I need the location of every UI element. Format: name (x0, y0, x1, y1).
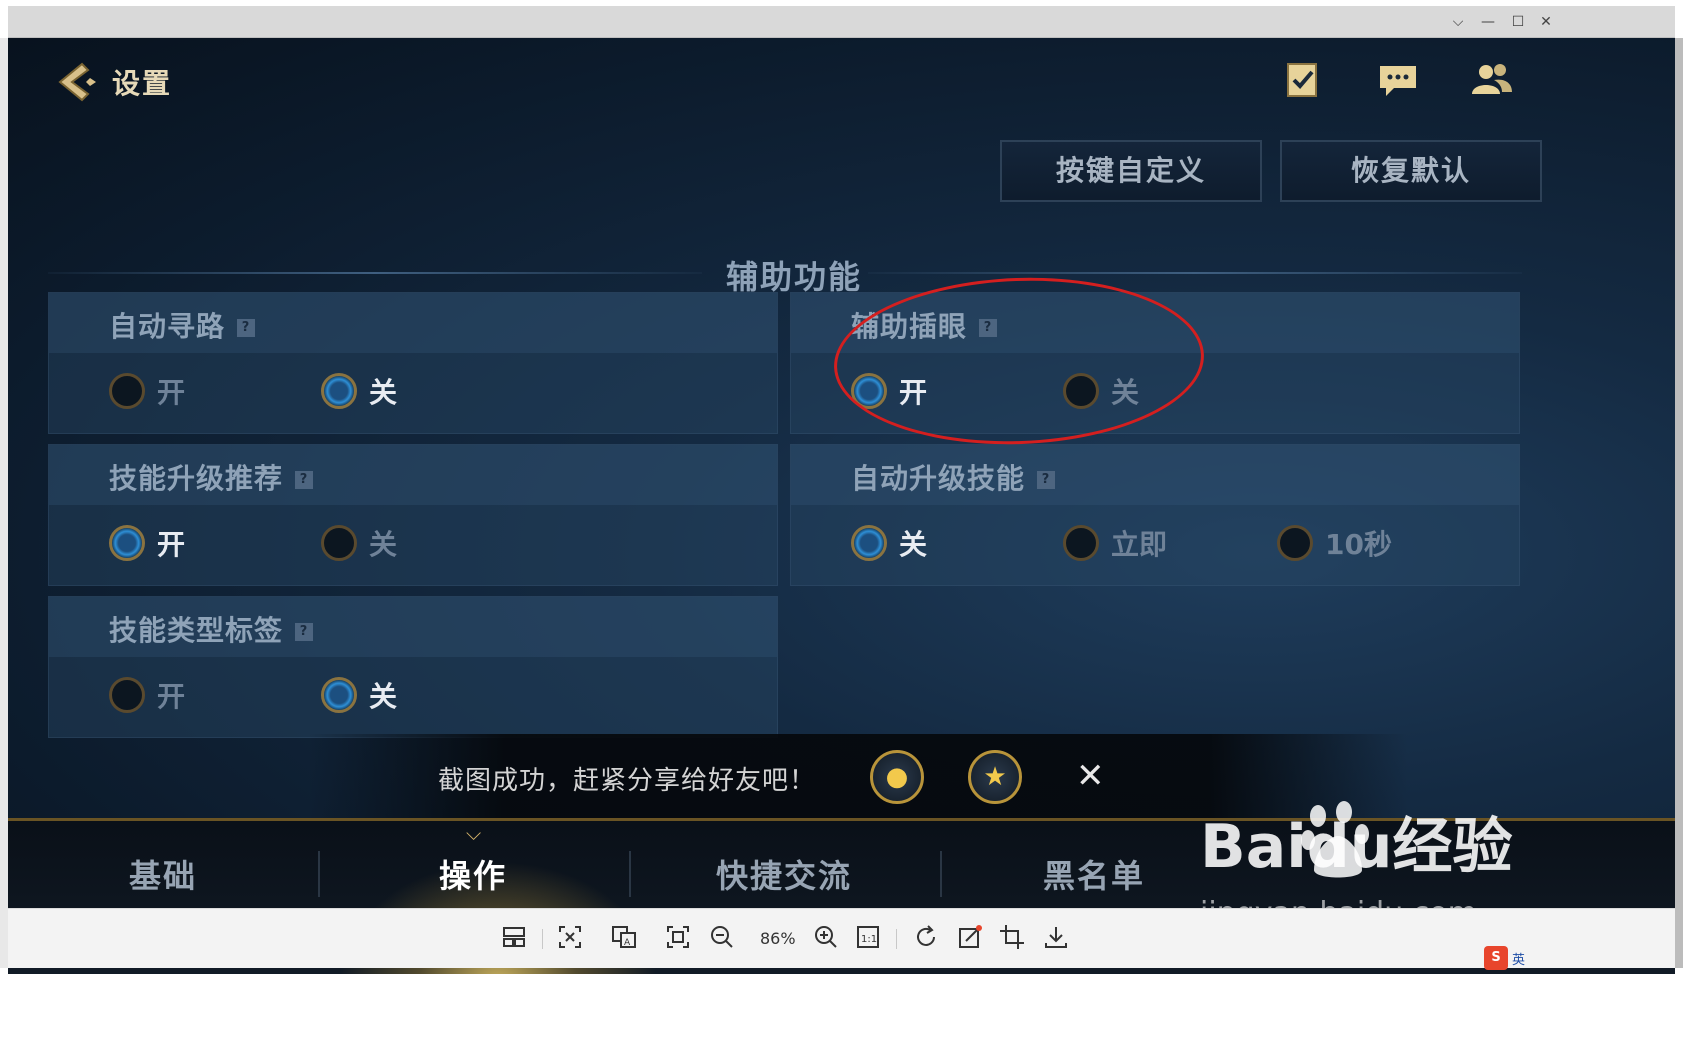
right-edge (1675, 38, 1683, 968)
ime-language: 英 (1512, 952, 1526, 968)
setting-skill-upgrade-recommend: 技能升级推荐? 开 关 (48, 444, 778, 586)
help-icon[interactable]: ? (295, 471, 314, 489)
zoom-out-icon[interactable] (708, 923, 736, 951)
collapse-icon[interactable]: ⌵ (1450, 14, 1466, 30)
help-icon[interactable]: ? (237, 319, 256, 337)
chat-bubble-icon[interactable] (1376, 58, 1420, 102)
tab-basic[interactable]: 基础 (38, 851, 288, 897)
restore-default-button[interactable]: 恢复默认 (1280, 140, 1542, 202)
setting-label: 技能类型标签? (109, 609, 314, 649)
section-divider-right (868, 272, 1522, 274)
tab-blacklist[interactable]: 黑名单 (969, 851, 1219, 897)
setting-auto-upgrade-skill: 自动升级技能? 关 立即 10秒 (790, 444, 1520, 586)
toast-message: 截图成功，赶紧分享给好友吧！ (438, 766, 817, 796)
help-icon[interactable]: ? (1037, 471, 1056, 489)
active-tab-caret-icon: ⌵ (466, 821, 482, 845)
radio-option-off[interactable]: 关 (321, 523, 397, 563)
zoom-in-icon[interactable] (812, 923, 840, 951)
page-title: 设置 (112, 67, 173, 100)
actual-size-icon[interactable]: 1:1 (854, 923, 882, 951)
radio-selected-icon[interactable] (321, 373, 357, 409)
radio-selected-icon[interactable] (321, 677, 357, 713)
viewer-toolbar: A 86% 1:1 (8, 908, 1675, 968)
radio-selected-icon[interactable] (851, 525, 887, 561)
fit-screen-icon[interactable] (556, 923, 584, 951)
customize-keys-button[interactable]: 按键自定义 (1000, 140, 1262, 202)
radio-option-off[interactable]: 关 (321, 371, 397, 411)
edit-icon[interactable] (956, 923, 984, 951)
rotate-icon[interactable] (912, 923, 940, 951)
help-icon[interactable]: ? (295, 623, 314, 641)
setting-auto-pathfinding: 自动寻路? 开 关 (48, 292, 778, 434)
tab-operation[interactable]: 操作 (348, 851, 598, 897)
radio-option-off[interactable]: 关 (321, 675, 397, 715)
radio-option-off[interactable]: 关 (851, 523, 927, 563)
tab-quick-chat[interactable]: 快捷交流 (659, 851, 909, 897)
section-divider-left (48, 272, 702, 274)
radio-icon[interactable] (109, 373, 145, 409)
radio-icon[interactable] (1277, 525, 1313, 561)
toast-close-button[interactable]: ✕ (1076, 756, 1105, 796)
svg-text:1:1: 1:1 (861, 934, 877, 945)
crop-icon[interactable] (998, 923, 1026, 951)
fullscreen-icon[interactable] (664, 923, 692, 951)
radio-icon[interactable] (321, 525, 357, 561)
minimize-icon[interactable]: — (1480, 14, 1496, 30)
download-icon[interactable] (1042, 923, 1070, 951)
task-checklist-icon[interactable] (1280, 58, 1324, 102)
sogou-logo-icon: S (1484, 946, 1508, 970)
close-icon[interactable]: ✕ (1538, 14, 1554, 30)
left-edge (0, 38, 8, 968)
qzone-star-icon[interactable]: ★ (968, 750, 1022, 804)
watermark-brand: Baidu经验 (1200, 812, 1513, 882)
radio-option-on[interactable]: 开 (109, 675, 185, 715)
friends-icon[interactable] (1470, 58, 1514, 102)
zoom-level: 86% (760, 929, 796, 948)
radio-icon[interactable] (1063, 525, 1099, 561)
viewer-titlebar: ⌵ — ☐ ✕ (8, 6, 1675, 38)
layout-icon[interactable] (500, 923, 528, 951)
radio-option-on[interactable]: 开 (109, 371, 185, 411)
maximize-icon[interactable]: ☐ (1510, 14, 1526, 30)
setting-label: 自动升级技能? (851, 457, 1056, 497)
radio-option-10s[interactable]: 10秒 (1277, 523, 1392, 563)
radio-option-immediate[interactable]: 立即 (1063, 523, 1167, 563)
radio-icon[interactable] (109, 677, 145, 713)
qq-share-icon[interactable]: ● (870, 750, 924, 804)
setting-label: 技能升级推荐? (109, 457, 314, 497)
translate-icon[interactable]: A (610, 923, 638, 951)
radio-option-on[interactable]: 开 (109, 523, 185, 563)
ime-indicator[interactable]: S 英 (1484, 946, 1525, 970)
setting-label: 自动寻路? (109, 305, 256, 345)
back-arrow-icon[interactable] (52, 58, 100, 106)
svg-text:A: A (624, 938, 631, 948)
setting-skill-type-tag: 技能类型标签? 开 关 (48, 596, 778, 738)
radio-selected-icon[interactable] (109, 525, 145, 561)
